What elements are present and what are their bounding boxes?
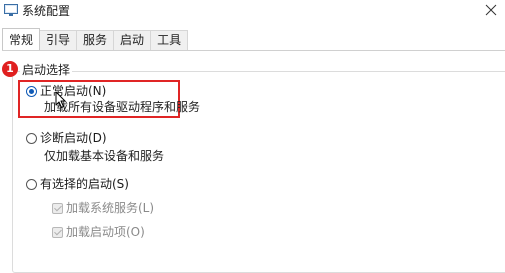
diagnostic-startup-description: 仅加载基本设备和服务	[44, 149, 165, 163]
normal-startup-description: 加载所有设备驱动程序和服务	[44, 100, 201, 114]
close-button[interactable]	[465, 0, 505, 24]
normal-startup-label[interactable]: 正常启动(N)	[40, 84, 106, 98]
tab-strip: 常规 引导 服务 启动 工具	[2, 28, 189, 50]
window-title: 系统配置	[22, 4, 71, 18]
step-badge: 1	[2, 61, 18, 77]
load-system-services-label: 加载系统服务(L)	[66, 201, 155, 215]
tab-tools[interactable]: 工具	[150, 30, 189, 50]
tab-boot[interactable]: 引导	[39, 30, 78, 50]
diagnostic-startup-radio[interactable]	[26, 133, 37, 144]
mouse-cursor-icon	[55, 91, 66, 108]
tab-general[interactable]: 常规	[2, 28, 41, 50]
load-startup-items-checkbox[interactable]	[52, 227, 63, 238]
startup-selection-label: 启动选择	[20, 63, 73, 77]
load-startup-items-label: 加载启动项(O)	[66, 225, 145, 239]
normal-startup-radio[interactable]	[26, 86, 37, 97]
load-system-services-checkbox[interactable]	[52, 203, 63, 214]
diagnostic-startup-label[interactable]: 诊断启动(D)	[40, 131, 107, 145]
tab-startup[interactable]: 启动	[113, 30, 152, 50]
selective-startup-radio[interactable]	[26, 179, 37, 190]
system-config-app-icon	[4, 4, 18, 16]
title-bar: 系统配置	[0, 0, 505, 24]
selective-startup-label[interactable]: 有选择的启动(S)	[40, 177, 129, 191]
tab-divider	[2, 50, 505, 51]
close-icon	[485, 4, 497, 16]
tab-services[interactable]: 服务	[76, 30, 115, 50]
